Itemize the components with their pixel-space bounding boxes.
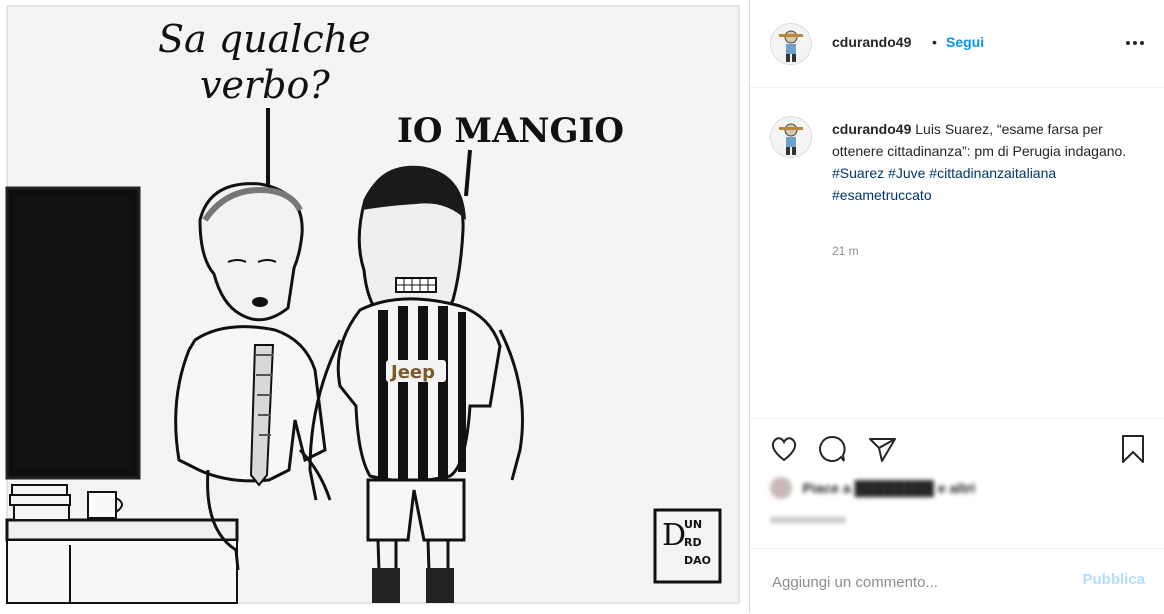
post-caption: cdurando49 Luis Suarez, “esame farsa per… (832, 118, 1132, 206)
separator-dot: • (932, 34, 937, 50)
publish-button[interactable]: Pubblica (1082, 571, 1145, 588)
svg-text:RD: RD (684, 536, 702, 549)
jersey-sponsor: Jeep (389, 362, 435, 383)
post-date (770, 512, 850, 528)
follow-button[interactable]: Segui (946, 34, 984, 50)
speech-left-line1: Sa qualche (158, 17, 371, 61)
bookmark-icon[interactable] (1117, 433, 1149, 465)
svg-text:UN: UN (684, 518, 702, 531)
speech-left-line2: verbo? (200, 63, 330, 107)
likes-text: Piace a ████████ e altri (802, 480, 976, 496)
cartoon-illustration: Sa qualche verbo? IO MANGIO Jeep D UN RD… (0, 0, 748, 613)
hashtag-cittadinanzaitaliana[interactable]: #cittadinanzaitaliana (929, 165, 1056, 181)
caption-username[interactable]: cdurando49 (832, 121, 911, 137)
more-options-icon[interactable] (1125, 33, 1145, 53)
heart-icon[interactable] (768, 433, 800, 465)
instagram-post: Sa qualche verbo? IO MANGIO Jeep D UN RD… (0, 0, 1164, 613)
speech-right: IO MANGIO (397, 111, 624, 151)
action-bar (750, 418, 1164, 479)
svg-text:DAO: DAO (684, 554, 711, 567)
comment-bar: Pubblica (750, 548, 1164, 614)
post-image[interactable]: Sa qualche verbo? IO MANGIO Jeep D UN RD… (0, 0, 748, 613)
post-header: cdurando49 • Segui (750, 0, 1164, 88)
hashtag-esametruccato[interactable]: #esametruccato (832, 187, 932, 203)
caption-avatar[interactable] (770, 116, 812, 158)
comment-input[interactable] (770, 569, 1044, 595)
hashtag-juve[interactable]: #Juve (888, 165, 925, 181)
comment-icon[interactable] (816, 433, 848, 465)
share-icon[interactable] (866, 433, 898, 465)
svg-text:D: D (662, 518, 686, 553)
caption-time[interactable]: 21 m (832, 244, 859, 258)
post-side-panel: cdurando49 • Segui cdurando49 Luis Suare… (749, 0, 1164, 613)
author-avatar[interactable] (770, 23, 812, 65)
avatar-icon (771, 117, 811, 157)
avatar-icon (771, 24, 811, 64)
hashtag-suarez[interactable]: #Suarez (832, 165, 884, 181)
likes-summary[interactable]: Piace a ████████ e altri (770, 477, 1050, 501)
author-username[interactable]: cdurando49 (832, 34, 911, 50)
liker-avatar (770, 477, 792, 499)
